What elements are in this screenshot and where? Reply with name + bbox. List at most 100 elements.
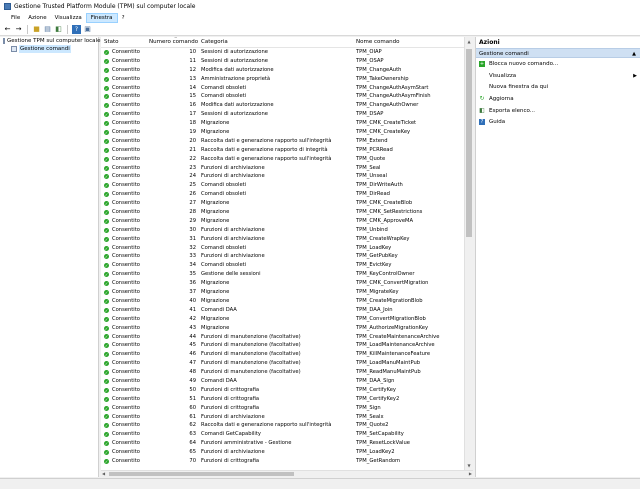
table-row[interactable]: ✓ Consentito 36 Migrazione TPM_CMK_ConvertMi… [101,279,473,288]
scroll-left-icon[interactable]: ◀ [102,471,105,477]
state-cell: ✓ Consentito [104,324,140,331]
table-row[interactable]: ✓ Consentito 13 Amministrazione proprietà TP… [101,75,473,84]
table-row[interactable]: ✓ Consentito 37 Migrazione TPM_MigrateKey [101,288,473,297]
column-header-category[interactable]: Categoria [198,37,353,47]
table-row[interactable]: ✓ Consentito 41 Comandi DAA TPM_DAA_Join [101,306,473,315]
command-name-cell: TPM_KeyControlOwner [356,271,415,278]
command-name-cell: TPM_DirWriteAuth [356,182,403,189]
export-icon[interactable]: ◧ [54,25,63,34]
column-header-number[interactable]: Numero comando [146,37,198,47]
check-icon: ✓ [104,147,109,153]
table-row[interactable]: ✓ Consentito 22 Raccolta dati e generazione… [101,155,473,164]
menu-file[interactable]: File [7,13,24,23]
scroll-up-icon[interactable]: ▲ [465,37,473,46]
table-row[interactable]: ✓ Consentito 62 Raccolta dati e generazione… [101,421,473,430]
table-row[interactable]: ✓ Consentito 40 Migrazione TPM_CreateMigrati… [101,297,473,306]
scroll-thumb[interactable] [466,49,472,237]
table-row[interactable]: ✓ Consentito 47 Funzioni di manutenzione (f… [101,359,473,368]
table-row[interactable]: ✓ Consentito 12 Modifica dati autorizzazion… [101,66,473,75]
column-header-state[interactable]: Stato [101,37,146,47]
export-icon: ◧ [479,106,485,114]
column-header-name[interactable]: Nome comando [353,37,463,47]
table-row[interactable]: ✓ Consentito 17 Sessioni di autorizzazione T… [101,110,473,119]
table-row[interactable]: ✓ Consentito 44 Funzioni di manutenzione (f… [101,333,473,342]
table-row[interactable]: ✓ Consentito 63 Comandi GetCapability TPM_Se… [101,430,473,439]
table-row[interactable]: ✓ Consentito 28 Migrazione TPM_CMK_SetRestri… [101,208,473,217]
table-row[interactable]: ✓ Consentito 45 Funzioni di manutenzione (f… [101,341,473,350]
tree-item-command-management[interactable]: Gestione comandi [0,45,98,53]
category-cell: Funzioni di manutenzione (facoltative) [201,351,301,358]
scroll-right-icon[interactable]: ▶ [469,471,472,477]
table-row[interactable]: ✓ Consentito 70 Funzioni di crittografia TPM… [101,457,473,466]
properties-icon[interactable]: ▣ [83,25,92,34]
table-row[interactable]: ✓ Consentito 15 Comandi obsoleti TPM_ChangeA… [101,92,473,101]
menu-help[interactable]: ? [118,13,129,23]
number-cell: 60 [189,404,196,411]
table-row[interactable]: ✓ Consentito 50 Funzioni di crittografia TPM… [101,386,473,395]
toolbar-divider [67,24,68,34]
number-cell: 20 [189,137,196,144]
action-export-list[interactable]: ◧ Esporta elenco... [476,105,640,117]
table-row[interactable]: ✓ Consentito 19 Migrazione TPM_CMK_CreateKey [101,128,473,137]
forward-arrow-icon[interactable]: → [14,25,23,34]
table-row[interactable]: ✓ Consentito 48 Funzioni di manutenzione (f… [101,368,473,377]
menu-visualizza[interactable]: Visualizza [51,13,86,23]
table-row[interactable]: ✓ Consentito 33 Funzioni di archiviazione TP… [101,252,473,261]
table-row[interactable]: ✓ Consentito 27 Migrazione TPM_CMK_CreateBlo… [101,199,473,208]
command-name-cell: TPM_CMK_CreateBlob [356,200,413,207]
table-row[interactable]: ✓ Consentito 23 Funzioni di archiviazione TP… [101,164,473,173]
table-row[interactable]: ✓ Consentito 64 Funzioni amministrative - G… [101,439,473,448]
table-row[interactable]: ✓ Consentito 61 Funzioni di archiviazione TP… [101,413,473,422]
table-row[interactable]: ✓ Consentito 14 Comandi obsoleti TPM_ChangeA… [101,84,473,93]
number-cell: 12 [189,66,196,73]
table-row[interactable]: ✓ Consentito 26 Comandi obsoleti TPM_DirRead [101,190,473,199]
state-cell: ✓ Consentito [104,102,140,109]
actions-section-header[interactable]: Gestione comandi ▲ [476,48,640,58]
action-help[interactable]: ? Guida [476,116,640,128]
tree-item-root[interactable]: Gestione TPM sul computer locale [0,37,100,45]
table-row[interactable]: ✓ Consentito 46 Funzioni di manutenzione (f… [101,350,473,359]
table-row[interactable]: ✓ Consentito 30 Funzioni di archiviazione TP… [101,226,473,235]
table-row[interactable]: ✓ Consentito 42 Migrazione TPM_ConvertMigrat… [101,315,473,324]
vertical-scrollbar[interactable]: ▲ ▼ [464,37,473,470]
action-block-new-command[interactable]: + Blocca nuovo comando... [476,58,640,70]
table-row[interactable]: ✓ Consentito 11 Sessioni di autorizzazione T… [101,57,473,66]
table-row[interactable]: ✓ Consentito 24 Funzioni di archiviazione TP… [101,172,473,181]
table-row[interactable]: ✓ Consentito 34 Comandi obsoleti TPM_EvictKe… [101,261,473,270]
back-arrow-icon[interactable]: ← [3,25,12,34]
table-row[interactable]: ✓ Consentito 32 Comandi obsoleti TPM_LoadKey [101,244,473,253]
table-row[interactable]: ✓ Consentito 31 Funzioni di archiviazione TP… [101,235,473,244]
number-cell: 47 [189,360,196,367]
menu-finestra[interactable]: Finestra [85,13,118,23]
folder-tree-icon[interactable]: ■ [32,25,41,34]
number-cell: 18 [189,120,196,127]
table-row[interactable]: ✓ Consentito 29 Migrazione TPM_CMK_ApproveMA [101,217,473,226]
table-row[interactable]: ✓ Consentito 43 Migrazione TPM_AuthorizeMigr… [101,324,473,333]
check-icon: ✓ [104,218,109,224]
category-cell: Comandi DAA [201,306,237,313]
table-row[interactable]: ✓ Consentito 51 Funzioni di crittografia TPM… [101,395,473,404]
table-row[interactable]: ✓ Consentito 60 Funzioni di crittografia TPM… [101,404,473,413]
hscroll-thumb[interactable] [109,472,294,476]
table-row[interactable]: ✓ Consentito 25 Comandi obsoleti TPM_DirWrit… [101,181,473,190]
command-name-cell: TPM_ConvertMigrationBlob [356,315,426,322]
help-icon[interactable]: ? [72,24,81,34]
table-row[interactable]: ✓ Consentito 10 Sessioni di autorizzazione T… [101,48,473,57]
check-icon: ✓ [104,85,109,91]
state-cell: ✓ Consentito [104,404,140,411]
list-view-icon[interactable]: ▤ [43,25,52,34]
table-row[interactable]: ✓ Consentito 65 Funzioni di archiviazione TP… [101,448,473,457]
scroll-down-icon[interactable]: ▼ [465,461,473,470]
table-row[interactable]: ✓ Consentito 18 Migrazione TPM_CMK_CreateTic… [101,119,473,128]
table-row[interactable]: ✓ Consentito 35 Gestione delle sessioni TPM_… [101,270,473,279]
action-refresh[interactable]: ↻ Aggiorna [476,93,640,105]
table-row[interactable]: ✓ Consentito 16 Modifica dati autorizzazion… [101,101,473,110]
table-row[interactable]: ✓ Consentito 21 Raccolta dati e generazione… [101,146,473,155]
check-icon: ✓ [104,441,109,447]
action-new-window[interactable]: Nuova finestra da qui [476,81,640,93]
table-row[interactable]: ✓ Consentito 49 Comandi DAA TPM_DAA_Sign [101,377,473,386]
menu-azione[interactable]: Azione [24,13,50,23]
horizontal-scrollbar[interactable]: ◀ ▶ [101,470,473,477]
action-view[interactable]: Visualizza ▶ [476,70,640,82]
table-row[interactable]: ✓ Consentito 20 Raccolta dati e generazione… [101,137,473,146]
